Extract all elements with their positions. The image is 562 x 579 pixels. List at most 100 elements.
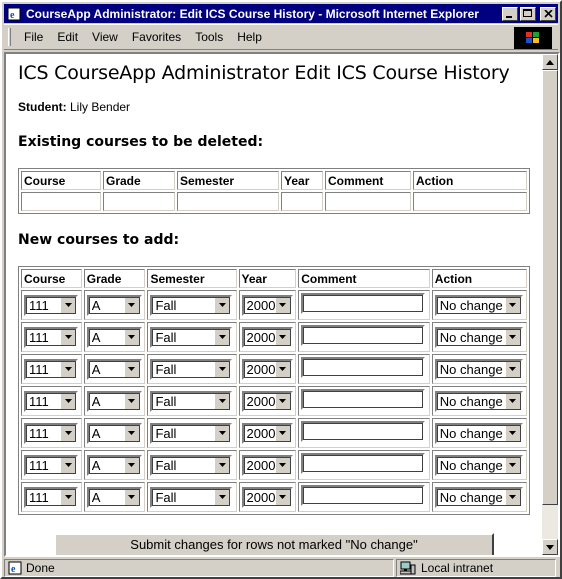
chevron-down-icon[interactable]: [123, 392, 140, 410]
chevron-down-icon[interactable]: [123, 456, 140, 474]
chevron-down-icon[interactable]: [504, 424, 521, 442]
semester-select[interactable]: Fall: [150, 294, 233, 316]
year-select[interactable]: 2000: [241, 454, 293, 476]
chevron-down-icon[interactable]: [123, 328, 140, 346]
scroll-up-button[interactable]: [542, 54, 558, 70]
action-select[interactable]: No change: [434, 294, 523, 316]
chevron-down-icon[interactable]: [60, 296, 76, 314]
grade-select[interactable]: A: [86, 358, 142, 380]
table-cell: No change: [431, 290, 527, 320]
chevron-down-icon[interactable]: [274, 392, 291, 410]
semester-select[interactable]: Fall: [150, 358, 233, 380]
course-select[interactable]: 111: [24, 454, 78, 476]
course-select-value: 111: [29, 425, 49, 441]
course-select[interactable]: 111: [24, 358, 78, 380]
chevron-down-icon[interactable]: [214, 360, 231, 378]
comment-input[interactable]: [301, 293, 426, 314]
comment-input[interactable]: [301, 389, 426, 410]
chevron-down-icon[interactable]: [60, 392, 76, 410]
scroll-thumb[interactable]: [542, 70, 558, 505]
chevron-down-icon[interactable]: [214, 296, 231, 314]
chevron-down-icon[interactable]: [504, 360, 521, 378]
chevron-down-icon[interactable]: [504, 488, 521, 506]
submit-button[interactable]: Submit changes for rows not marked "No c…: [54, 533, 494, 555]
grade-select[interactable]: A: [86, 390, 142, 412]
maximize-button[interactable]: [520, 6, 536, 21]
semester-select[interactable]: Fall: [150, 486, 233, 508]
chevron-down-icon[interactable]: [504, 328, 521, 346]
chevron-down-icon[interactable]: [60, 424, 76, 442]
chevron-down-icon[interactable]: [274, 296, 291, 314]
comment-input[interactable]: [301, 453, 426, 474]
chevron-down-icon[interactable]: [60, 488, 76, 506]
title-bar[interactable]: e CourseApp Administrator: Edit ICS Cour…: [4, 4, 558, 23]
course-select[interactable]: 111: [24, 294, 78, 316]
grade-select[interactable]: A: [86, 454, 142, 476]
close-button[interactable]: [540, 6, 556, 21]
year-select[interactable]: 2000: [241, 294, 293, 316]
menu-view[interactable]: View: [85, 28, 125, 46]
comment-input[interactable]: [301, 357, 426, 378]
table-cell: [298, 450, 430, 480]
semester-select[interactable]: Fall: [150, 454, 233, 476]
chevron-down-icon[interactable]: [60, 360, 76, 378]
semester-select[interactable]: Fall: [150, 326, 233, 348]
year-select[interactable]: 2000: [241, 486, 293, 508]
grade-select[interactable]: A: [86, 422, 142, 444]
year-select[interactable]: 2000: [241, 390, 293, 412]
semester-select[interactable]: Fall: [150, 390, 233, 412]
action-select[interactable]: No change: [434, 454, 523, 476]
chevron-down-icon[interactable]: [274, 456, 291, 474]
chevron-down-icon[interactable]: [123, 488, 140, 506]
grade-select[interactable]: A: [86, 486, 142, 508]
chevron-down-icon[interactable]: [214, 328, 231, 346]
vertical-scrollbar[interactable]: [542, 54, 558, 555]
action-select[interactable]: No change: [434, 358, 523, 380]
chevron-down-icon[interactable]: [504, 296, 521, 314]
chevron-down-icon[interactable]: [214, 392, 231, 410]
chevron-down-icon[interactable]: [123, 296, 140, 314]
chevron-down-icon[interactable]: [274, 488, 291, 506]
course-select[interactable]: 111: [24, 486, 78, 508]
grade-select[interactable]: A: [86, 326, 142, 348]
chevron-down-icon[interactable]: [214, 456, 231, 474]
chevron-down-icon[interactable]: [214, 488, 231, 506]
chevron-down-icon[interactable]: [504, 392, 521, 410]
table-cell: Fall: [147, 482, 237, 512]
year-select[interactable]: 2000: [241, 358, 293, 380]
minimize-button[interactable]: [502, 6, 518, 21]
grade-select[interactable]: A: [86, 294, 142, 316]
year-select[interactable]: 2000: [241, 326, 293, 348]
chevron-down-icon[interactable]: [60, 456, 76, 474]
menu-tools[interactable]: Tools: [188, 28, 230, 46]
action-select-value: No change: [439, 425, 503, 441]
page-viewport: ICS CourseApp Administrator Edit ICS Cou…: [4, 52, 560, 557]
toolbar-grip[interactable]: [8, 28, 11, 46]
course-select[interactable]: 111: [24, 422, 78, 444]
table-cell: [298, 290, 430, 320]
action-select[interactable]: No change: [434, 390, 523, 412]
comment-input[interactable]: [301, 421, 426, 442]
semester-select[interactable]: Fall: [150, 422, 233, 444]
action-select[interactable]: No change: [434, 422, 523, 444]
menu-edit[interactable]: Edit: [50, 28, 85, 46]
comment-input[interactable]: [301, 325, 426, 346]
course-select[interactable]: 111: [24, 390, 78, 412]
chevron-down-icon[interactable]: [214, 424, 231, 442]
action-select[interactable]: No change: [434, 326, 523, 348]
year-select[interactable]: 2000: [241, 422, 293, 444]
action-select[interactable]: No change: [434, 486, 523, 508]
menu-favorites[interactable]: Favorites: [125, 28, 188, 46]
menu-file[interactable]: File: [17, 28, 50, 46]
scroll-down-button[interactable]: [542, 539, 558, 555]
course-select[interactable]: 111: [24, 326, 78, 348]
chevron-down-icon[interactable]: [274, 360, 291, 378]
chevron-down-icon[interactable]: [504, 456, 521, 474]
comment-input[interactable]: [301, 485, 426, 506]
menu-help[interactable]: Help: [230, 28, 269, 46]
chevron-down-icon[interactable]: [123, 424, 140, 442]
chevron-down-icon[interactable]: [274, 328, 291, 346]
chevron-down-icon[interactable]: [60, 328, 76, 346]
chevron-down-icon[interactable]: [274, 424, 291, 442]
chevron-down-icon[interactable]: [123, 360, 140, 378]
